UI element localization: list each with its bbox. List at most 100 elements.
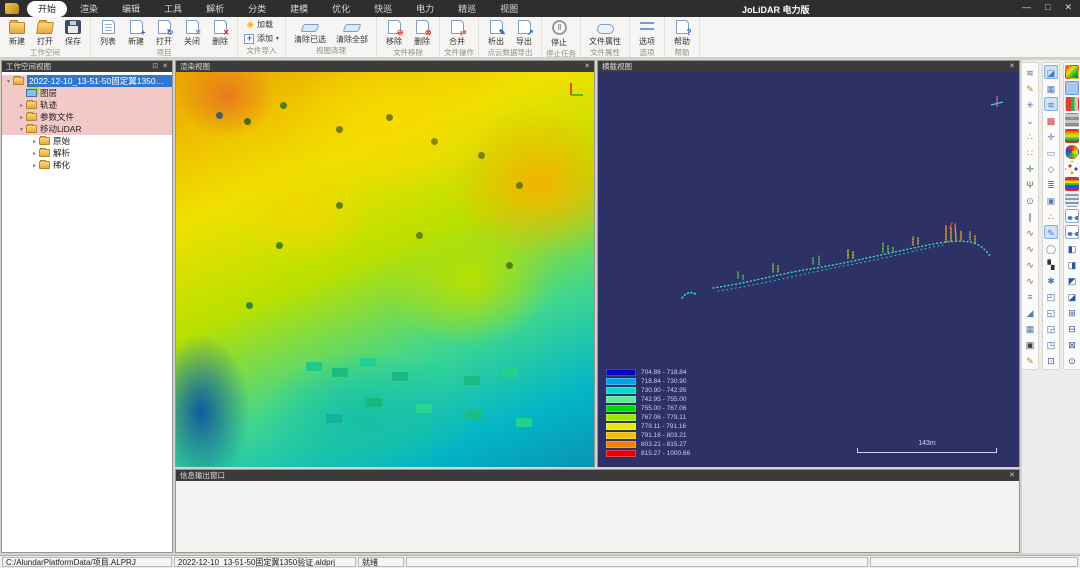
polyline-icon[interactable]: ∿ bbox=[1023, 225, 1037, 239]
lasso-icon[interactable]: ◯ bbox=[1044, 241, 1058, 255]
class-dots-icon[interactable] bbox=[1065, 161, 1079, 175]
window-minus-icon[interactable]: ⊟ bbox=[1065, 321, 1079, 335]
tree-item[interactable]: ▸参数文件 bbox=[2, 111, 172, 123]
fan-select-icon[interactable]: ✛ bbox=[1044, 129, 1058, 143]
add-button[interactable]: 添加▾ bbox=[242, 33, 281, 44]
star-measure-icon[interactable]: ✳ bbox=[1023, 97, 1037, 111]
stereo-glasses-icon[interactable] bbox=[1065, 209, 1079, 223]
help-button[interactable]: 帮助 bbox=[669, 18, 695, 47]
tab-optimize[interactable]: 优化 bbox=[321, 1, 361, 17]
tree-item[interactable]: ▾2022-12-10_13-51-50固定翼1350验证.aldprj bbox=[2, 75, 172, 87]
eraser-all-button[interactable]: 清除全部 bbox=[332, 18, 372, 45]
cube-view-3-icon[interactable]: ◲ bbox=[1044, 321, 1058, 335]
slope-ruler-icon[interactable]: ◢ bbox=[1023, 305, 1037, 319]
rgb-render-icon[interactable] bbox=[1065, 145, 1079, 159]
tab-power[interactable]: 电力 bbox=[405, 1, 445, 17]
contour-render-icon[interactable] bbox=[1065, 177, 1079, 191]
rect-select-icon[interactable]: ▭ bbox=[1044, 145, 1058, 159]
cross-section-canvas[interactable]: 704.86 - 718.84718.84 - 730.90730.90 - 7… bbox=[598, 72, 1019, 467]
grid9-icon[interactable]: ▦ bbox=[1044, 81, 1058, 95]
expander-icon[interactable]: ▸ bbox=[17, 102, 26, 109]
page-new-button[interactable]: 新建 bbox=[123, 18, 149, 47]
box-half-left-icon[interactable]: ◧ bbox=[1065, 241, 1079, 255]
gear-icon[interactable]: ✱ bbox=[1044, 273, 1058, 287]
extract-button[interactable]: 析出 bbox=[483, 18, 509, 47]
merge-button[interactable]: 合并 bbox=[444, 18, 470, 47]
wave-layers-icon[interactable]: ≋ bbox=[1023, 65, 1037, 79]
stop-button[interactable]: 停止 bbox=[546, 18, 572, 48]
tab-classify[interactable]: 分类 bbox=[237, 1, 277, 17]
waves-icon[interactable]: ≋ bbox=[1044, 97, 1058, 111]
flat-render-icon[interactable] bbox=[1065, 81, 1079, 95]
chevron-lines-icon[interactable]: ⌄ bbox=[1023, 113, 1037, 127]
minimize-icon[interactable]: — bbox=[1022, 2, 1031, 13]
file-props-button[interactable]: 文件属性 bbox=[585, 18, 625, 47]
class-render-icon[interactable] bbox=[1065, 97, 1079, 111]
tab-view[interactable]: 视图 bbox=[489, 1, 529, 17]
expander-icon[interactable]: ▸ bbox=[30, 138, 39, 145]
tab-render[interactable]: 渲染 bbox=[69, 1, 109, 17]
save-view-icon[interactable]: ▣ bbox=[1023, 337, 1037, 351]
export-edit-icon[interactable]: ✎ bbox=[1023, 353, 1037, 367]
file-delete-button[interactable]: 删除 bbox=[409, 18, 435, 47]
expander-icon[interactable]: ▸ bbox=[17, 114, 26, 121]
page-delete-button[interactable]: 删除 bbox=[207, 18, 233, 47]
search-file-icon[interactable]: ⊙ bbox=[1023, 193, 1037, 207]
export-button[interactable]: 导出 bbox=[511, 18, 537, 47]
tree-item[interactable]: 图层 bbox=[2, 87, 172, 99]
close-panel-icon[interactable]: ✕ bbox=[162, 63, 168, 70]
band-render-icon[interactable] bbox=[1065, 129, 1079, 143]
tab-model[interactable]: 建模 bbox=[279, 1, 319, 17]
tab-patrol[interactable]: 快巡 bbox=[363, 1, 403, 17]
page-open-button[interactable]: 打开 bbox=[151, 18, 177, 47]
expander-icon[interactable]: ▸ bbox=[30, 162, 39, 169]
options-button[interactable]: 选项 bbox=[634, 18, 660, 47]
search-cube-icon[interactable]: ⊙ bbox=[1065, 353, 1079, 367]
load-button[interactable]: 加载 bbox=[242, 19, 281, 30]
cube-view-2-icon[interactable]: ◱ bbox=[1044, 305, 1058, 319]
polygon-select-icon[interactable]: ◇ bbox=[1044, 161, 1058, 175]
window-x-icon[interactable]: ⊠ bbox=[1065, 337, 1079, 351]
close-section-panel-icon[interactable]: ✕ bbox=[1009, 63, 1015, 70]
tab-edit[interactable]: 编辑 bbox=[111, 1, 151, 17]
cube-view-4-icon[interactable]: ◳ bbox=[1044, 337, 1058, 351]
expander-icon[interactable]: ▾ bbox=[17, 126, 26, 133]
stereo-glasses-alt-icon[interactable] bbox=[1065, 225, 1079, 239]
box-half-right-icon[interactable]: ◨ bbox=[1065, 257, 1079, 271]
tree-icon[interactable]: Ψ bbox=[1023, 177, 1037, 191]
tree-item[interactable]: ▸轨迹 bbox=[2, 99, 172, 111]
close-icon[interactable]: ✕ bbox=[1064, 2, 1072, 13]
tab-fine[interactable]: 精巡 bbox=[447, 1, 487, 17]
cube-view-1-icon[interactable]: ◰ bbox=[1044, 289, 1058, 303]
tab-parse[interactable]: 解析 bbox=[195, 1, 235, 17]
cube-view-5-icon[interactable]: ⊡ bbox=[1044, 353, 1058, 367]
grid-icon[interactable]: ▦ bbox=[1023, 321, 1037, 335]
grid-red-icon[interactable]: ▩ bbox=[1044, 113, 1058, 127]
list-icon[interactable]: ≣ bbox=[1044, 177, 1058, 191]
scatter-red-icon[interactable]: ∴ bbox=[1044, 209, 1058, 223]
list-button[interactable]: 列表 bbox=[95, 18, 121, 47]
maximize-icon[interactable]: □ bbox=[1045, 2, 1050, 13]
box-corner-icon[interactable]: ◩ bbox=[1065, 273, 1079, 287]
tree-item[interactable]: ▸解析 bbox=[2, 147, 172, 159]
pause-tool-icon[interactable]: ∥ bbox=[1023, 209, 1037, 223]
eraser-selected-button[interactable]: 清除已选 bbox=[290, 18, 330, 45]
page-close-button[interactable]: 关闭 bbox=[179, 18, 205, 47]
checker-icon[interactable]: ▚ bbox=[1044, 257, 1058, 271]
save-button[interactable]: 保存 bbox=[60, 18, 86, 47]
file-remove-button[interactable]: 移除 bbox=[381, 18, 407, 47]
polyline-nodes-icon[interactable]: ∿ bbox=[1023, 241, 1037, 255]
copy-pages-icon[interactable]: ▣ bbox=[1044, 193, 1058, 207]
float-panel-icon[interactable]: ⊡ bbox=[152, 63, 158, 70]
expander-icon[interactable]: ▸ bbox=[30, 150, 39, 157]
close-output-panel-icon[interactable]: ✕ bbox=[1009, 472, 1015, 479]
move-tree-icon[interactable]: ✛ bbox=[1023, 161, 1037, 175]
tree-item[interactable]: ▸原始 bbox=[2, 135, 172, 147]
spring-coil-icon[interactable] bbox=[1065, 193, 1079, 207]
tab-tools[interactable]: 工具 bbox=[153, 1, 193, 17]
close-render-panel-icon[interactable]: ✕ bbox=[584, 63, 590, 70]
elevation-map-canvas[interactable] bbox=[176, 72, 594, 467]
tree-item[interactable]: ▸稀化 bbox=[2, 159, 172, 171]
curve-smooth-icon[interactable]: ∿ bbox=[1023, 273, 1037, 287]
select-points-alt-icon[interactable]: ∷ bbox=[1023, 145, 1037, 159]
